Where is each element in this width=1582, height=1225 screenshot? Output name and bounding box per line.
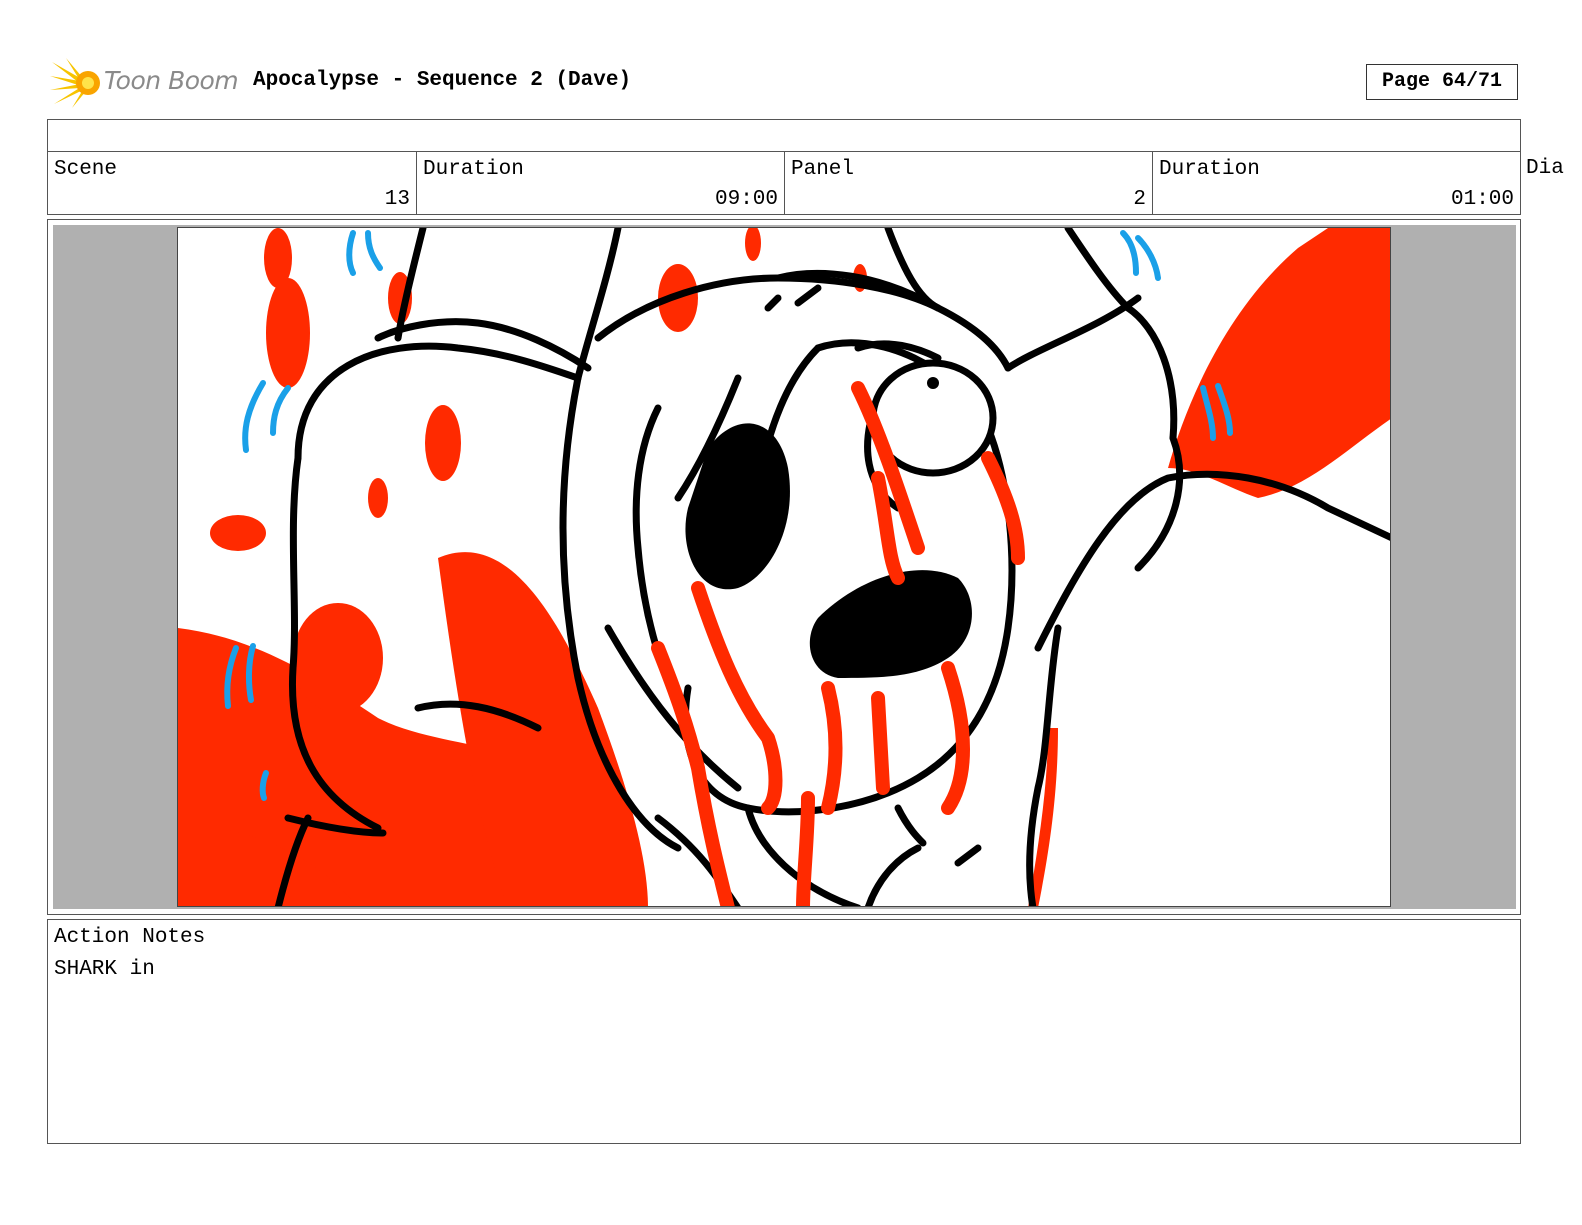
scene-cell: Scene 13 <box>47 151 417 215</box>
panel-label: Panel <box>791 158 855 181</box>
storyboard-sketch-image <box>178 228 1390 906</box>
toon-boom-logo: Toon Boom <box>50 56 240 110</box>
action-notes-text: SHARK in <box>54 958 155 981</box>
panel-cell: Panel 2 <box>784 151 1153 215</box>
action-notes-label: Action Notes <box>54 926 206 949</box>
scene-label: Scene <box>54 158 118 181</box>
storyboard-panel-drawing <box>177 227 1391 907</box>
panel-value: 2 <box>1133 188 1146 211</box>
scene-duration-value: 09:00 <box>714 188 778 211</box>
page-counter: Page 64/71 <box>1366 64 1518 100</box>
logo-wordmark: Toon Boom <box>104 66 239 95</box>
starburst-logo-icon <box>50 58 100 108</box>
panel-duration-value: 01:00 <box>1450 188 1514 211</box>
scene-duration-cell: Duration 09:00 <box>416 151 785 215</box>
panel-duration-label: Duration <box>1159 158 1260 181</box>
scene-value: 13 <box>384 188 410 211</box>
action-notes-box: Action Notes SHARK in <box>47 919 1521 1144</box>
dialogue-label: Dia <box>1526 157 1564 180</box>
document-title: Apocalypse - Sequence 2 (Dave) <box>253 69 632 92</box>
blank-header-row <box>47 119 1521 152</box>
scene-duration-label: Duration <box>423 158 524 181</box>
panel-duration-cell: Duration 01:00 <box>1152 151 1521 215</box>
